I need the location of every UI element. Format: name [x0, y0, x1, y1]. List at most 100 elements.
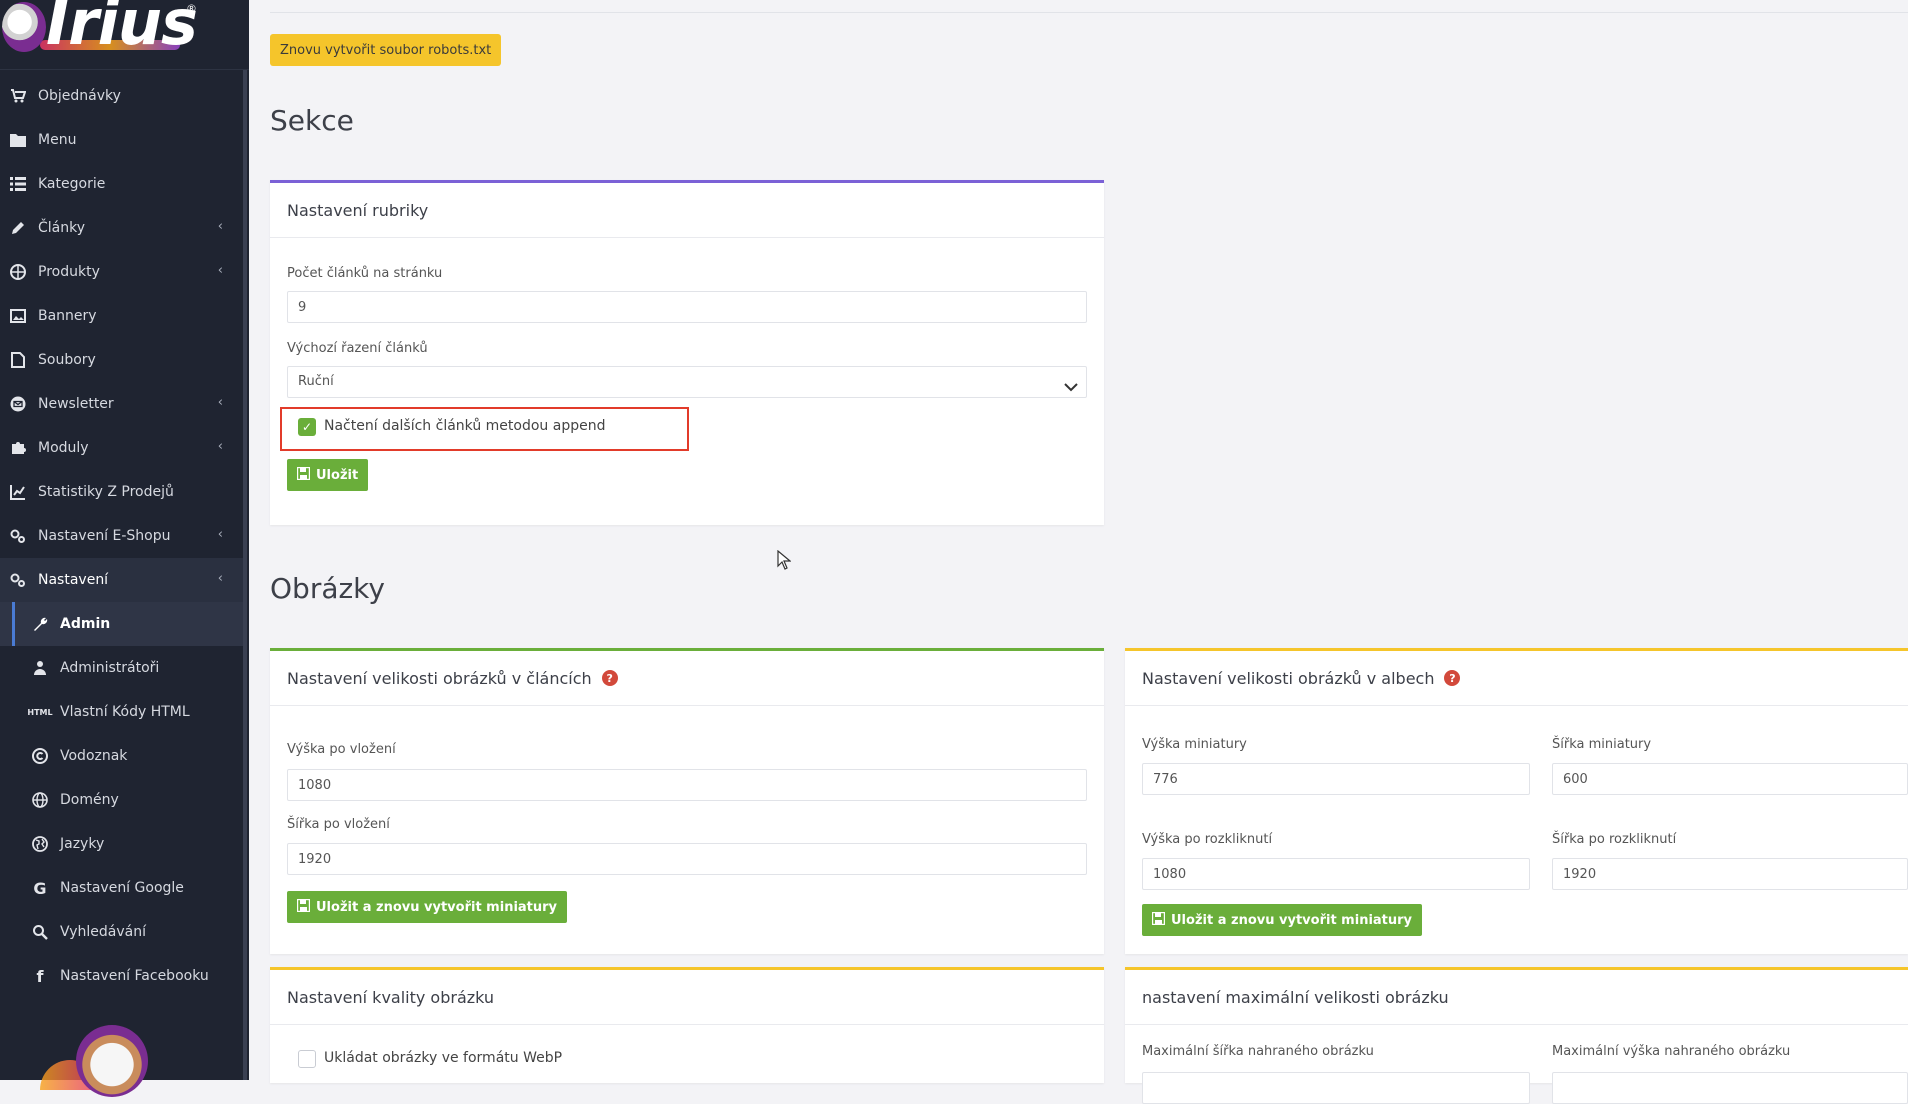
registered-icon: ®: [186, 2, 197, 15]
search-icon: [31, 923, 49, 941]
sidebar-item-label: Kategorie: [38, 176, 106, 192]
webp-checkbox[interactable]: [298, 1050, 316, 1068]
regenerate-robots-button[interactable]: Znovu vytvořit soubor robots.txt: [270, 34, 502, 66]
globe-americas-icon: [31, 835, 49, 853]
sidebar-item-label: Domény: [60, 792, 119, 808]
sidebar-subitem-domeny[interactable]: Domény: [0, 778, 243, 822]
button-label: Uložit a znovu vytvořit miniatury: [316, 899, 558, 915]
sidebar-item-label: Administrátoři: [60, 660, 160, 676]
cogs-icon: [9, 571, 27, 589]
sidebar-subitem-facebook[interactable]: f Nastavení Facebooku: [0, 954, 243, 998]
save-icon: [296, 898, 311, 915]
chevron-left-icon: ‹: [217, 571, 223, 586]
sidebar-item-moduly[interactable]: Moduly ‹: [0, 426, 243, 470]
sidebar-item-label: Jazyky: [60, 836, 105, 852]
wrench-icon: [31, 615, 49, 633]
sidebar-item-statistiky[interactable]: Statistiky Z Prodejů: [0, 470, 243, 514]
sidebar-item-clanky[interactable]: Články ‹: [0, 206, 243, 250]
field-label: Maximální šířka nahraného obrázku: [1142, 1044, 1374, 1059]
card-title: Nastavení rubriky: [270, 183, 1104, 238]
envelope-icon: [9, 395, 27, 413]
card-title: Nastavení velikosti obrázků v albech ?: [1125, 651, 1908, 706]
width-input[interactable]: [287, 843, 1087, 875]
sidebar-item-menu[interactable]: Menu: [0, 118, 243, 162]
help-icon[interactable]: ?: [601, 670, 618, 686]
sidebar-item-label: Nastavení Google: [60, 880, 184, 896]
sidebar-item-kategorie[interactable]: Kategorie: [0, 162, 243, 206]
sidebar-item-label: Vyhledávání: [60, 924, 146, 940]
chevron-left-icon: ‹: [217, 527, 223, 542]
card-title: nastavení maximální velikosti obrázku: [1125, 970, 1908, 1025]
sidebar-item-label: Články: [38, 220, 86, 236]
sidebar-item-produkty[interactable]: Produkty ‹: [0, 250, 243, 294]
pencil-icon: [9, 219, 27, 237]
save-regenerate-button[interactable]: Uložit a znovu vytvořit miniatury: [1142, 904, 1423, 936]
chevron-left-icon: ‹: [217, 263, 223, 278]
sidebar-item-label: Statistiky Z Prodejů: [38, 484, 174, 500]
card-rubriky: Nastavení rubriky Počet článků na stránk…: [270, 180, 1104, 525]
thumb-height-input[interactable]: [1142, 763, 1530, 795]
section-title-obrazky: Obrázky: [270, 572, 385, 605]
checkbox-label: Ukládat obrázky ve formátu WebP: [324, 1050, 563, 1066]
sidebar-subitem-administratori[interactable]: Administrátoři: [0, 646, 243, 690]
sidebar-scrollbar[interactable]: [243, 70, 247, 1080]
chevron-left-icon: ‹: [217, 395, 223, 410]
cart-icon: [9, 87, 27, 105]
full-height-input[interactable]: [1142, 858, 1530, 890]
user-icon: [31, 659, 49, 677]
sidebar-subitem-vlastni-kody[interactable]: HTML Vlastní Kódy HTML: [0, 690, 243, 734]
thumb-width-input[interactable]: [1552, 763, 1908, 795]
sidebar-subitem-google[interactable]: G Nastavení Google: [0, 866, 243, 910]
field-label: Šířka miniatury: [1552, 737, 1652, 752]
puzzle-icon: [9, 439, 27, 457]
sidebar-subitem-vyhledavani[interactable]: Vyhledávání: [0, 910, 243, 954]
sidebar-subitem-admin[interactable]: Admin: [0, 602, 243, 646]
mascot-illustration: [40, 1015, 190, 1097]
save-regenerate-button[interactable]: Uložit a znovu vytvořit miniatury: [287, 891, 568, 923]
append-checkbox[interactable]: ✓: [298, 418, 316, 436]
card-clanky-images: Nastavení velikosti obrázků v článcích ?…: [270, 648, 1104, 954]
basketball-icon: [9, 263, 27, 281]
facebook-icon: f: [36, 966, 44, 986]
select-value: Ruční: [298, 374, 334, 389]
folder-icon: [9, 131, 27, 149]
sidebar-item-nastaveni[interactable]: Nastavení ‹: [0, 558, 243, 602]
full-width-input[interactable]: [1552, 858, 1908, 890]
field-label: Počet článků na stránku: [287, 266, 443, 281]
save-icon: [1151, 911, 1166, 928]
field-label: Výška po vložení: [287, 742, 396, 757]
field-label: Výška miniatury: [1142, 737, 1247, 752]
section-title-sekce: Sekce: [270, 104, 354, 137]
logo-text: Irius: [46, 0, 198, 59]
button-label: Uložit: [316, 467, 359, 483]
height-input[interactable]: [287, 769, 1087, 801]
sidebar-item-soubory[interactable]: Soubory: [0, 338, 243, 382]
sidebar-item-bannery[interactable]: Bannery: [0, 294, 243, 338]
max-width-input[interactable]: [1142, 1072, 1530, 1104]
sidebar-item-nastaveni-eshopu[interactable]: Nastavení E-Shopu ‹: [0, 514, 243, 558]
sidebar-item-newsletter[interactable]: Newsletter ‹: [0, 382, 243, 426]
sidebar-item-objednavky[interactable]: Objednávky: [0, 74, 243, 118]
sidebar-subitem-jazyky[interactable]: Jazyky: [0, 822, 243, 866]
sidebar-item-label: Nastavení: [38, 572, 109, 588]
chevron-left-icon: ‹: [217, 439, 223, 454]
max-height-input[interactable]: [1552, 1072, 1908, 1104]
chart-icon: [9, 483, 27, 501]
logo[interactable]: Irius ®: [0, 0, 249, 70]
card-title: Nastavení velikosti obrázků v článcích ?: [270, 651, 1104, 706]
sidebar-item-label: Soubory: [38, 352, 96, 368]
mouse-cursor-icon: [777, 549, 792, 575]
card-max-size: nastavení maximální velikosti obrázku Ma…: [1125, 967, 1908, 1104]
button-label: Uložit a znovu vytvořit miniatury: [1171, 912, 1413, 928]
card-alba-images: Nastavení velikosti obrázků v albech ? V…: [1125, 648, 1908, 954]
help-icon[interactable]: ?: [1444, 670, 1461, 686]
sidebar-item-label: Moduly: [38, 440, 89, 456]
field-label: Šířka po rozkliknutí: [1552, 832, 1677, 847]
sidebar-subitem-vodoznak[interactable]: Vodoznak: [0, 734, 243, 778]
sidebar-item-label: Menu: [38, 132, 77, 148]
globe-icon: [31, 791, 49, 809]
order-select[interactable]: Ruční: [287, 366, 1087, 398]
per-page-input[interactable]: [287, 291, 1087, 323]
save-button[interactable]: Uložit: [287, 459, 369, 491]
sidebar: Irius ® Objednávky Menu Kategorie Články…: [0, 0, 249, 1097]
